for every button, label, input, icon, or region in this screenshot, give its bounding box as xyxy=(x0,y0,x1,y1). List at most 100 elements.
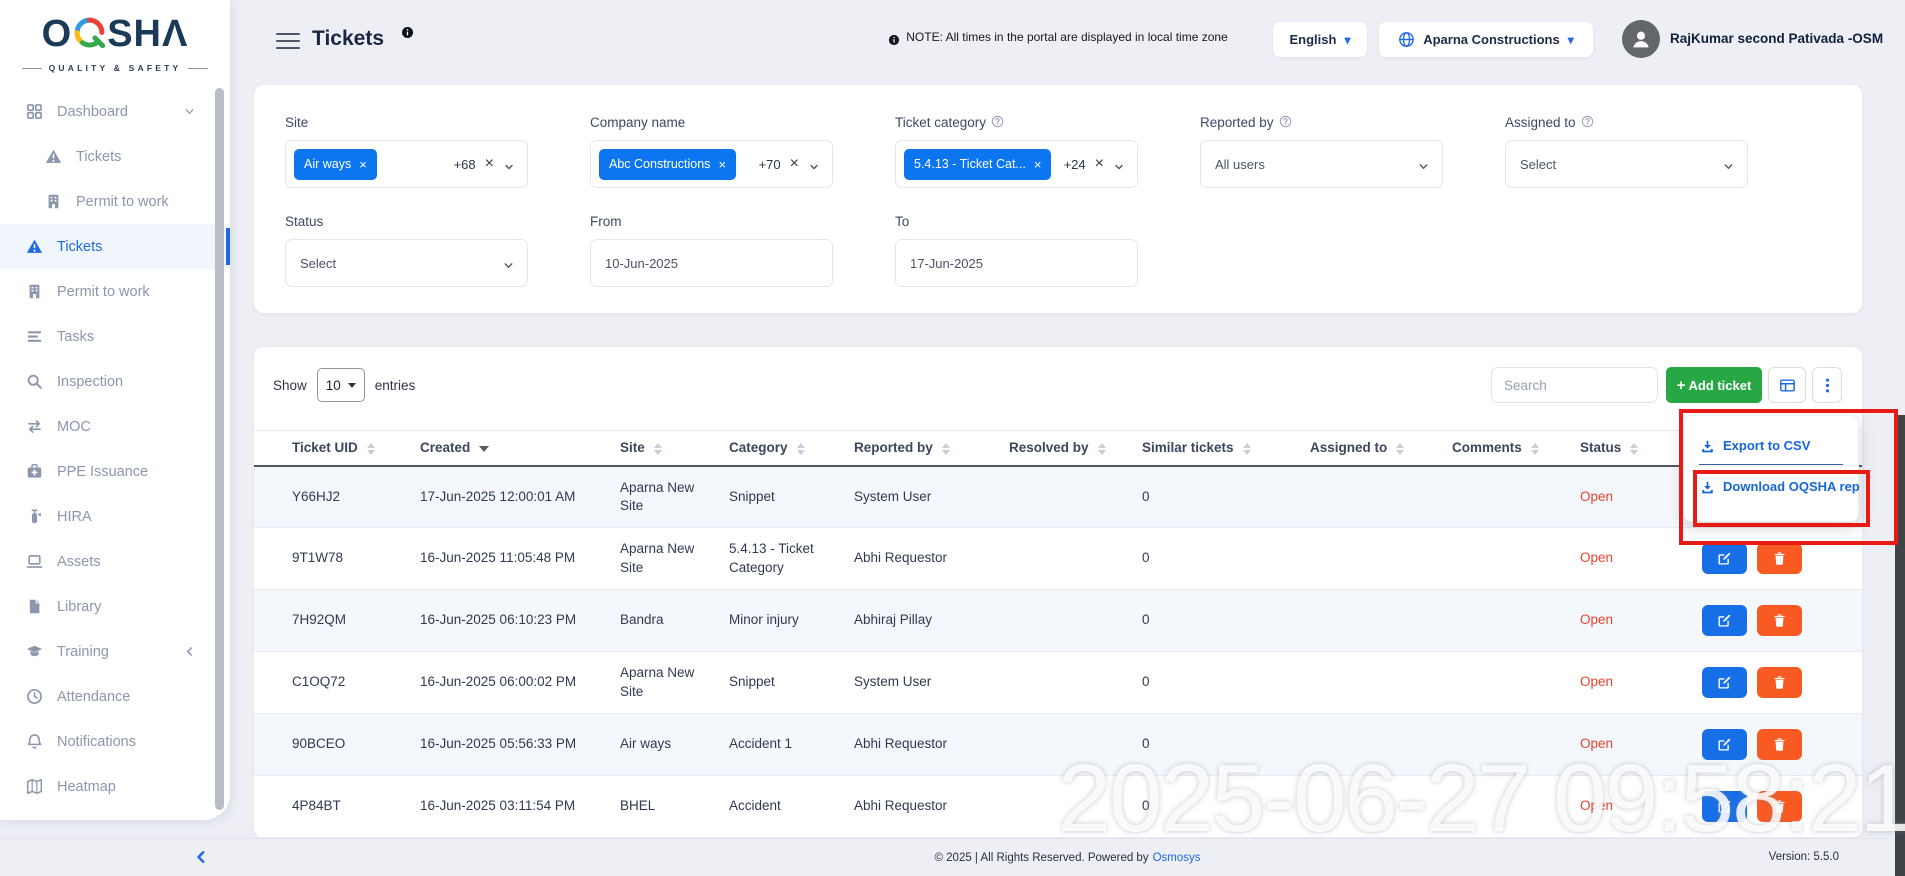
sidebar-item-moc[interactable]: MOC xyxy=(0,404,230,449)
edit-ticket-button[interactable] xyxy=(1702,543,1747,574)
table-view-button[interactable] xyxy=(1768,367,1806,403)
company-selector[interactable]: Aparna Constructions ▾ xyxy=(1379,22,1593,57)
filter-to-date: To 17-Jun-2025 xyxy=(895,214,1138,287)
similar-tickets-cell: 0 xyxy=(1142,776,1310,838)
company-multiselect[interactable]: Abc Constructions× +70 × xyxy=(590,140,833,188)
remove-chip-icon[interactable]: × xyxy=(1034,157,1042,172)
category-multiselect[interactable]: 5.4.13 - Ticket Cat...× +24 × xyxy=(895,140,1138,188)
from-date-input[interactable]: 10-Jun-2025 xyxy=(590,239,833,287)
info-icon[interactable] xyxy=(401,24,414,37)
pencil-square-icon xyxy=(1717,613,1732,629)
document-icon xyxy=(26,598,44,616)
sidebar-item-permit-to-work[interactable]: Permit to work xyxy=(0,269,230,314)
sidebar-item-dashboard[interactable]: Dashboard xyxy=(0,89,230,134)
sort-icons xyxy=(1630,443,1638,455)
language-selector[interactable]: English ▾ xyxy=(1273,22,1367,57)
filter-reported-by: Reported by All users xyxy=(1200,115,1443,188)
sidebar-item-tickets[interactable]: Tickets xyxy=(0,224,230,269)
category-cell: Accident 1 xyxy=(729,714,854,776)
chevron-down-icon xyxy=(1417,158,1430,171)
hamburger-menu-icon[interactable] xyxy=(276,33,300,49)
sidebar-collapse-icon[interactable] xyxy=(192,848,210,866)
add-ticket-button[interactable]: + Add ticket xyxy=(1666,367,1762,403)
column-header-resolved-by[interactable]: Resolved by xyxy=(1009,431,1142,466)
pencil-square-icon xyxy=(1717,799,1732,815)
table-controls: Show 10 entries + Add ticket xyxy=(254,365,1862,405)
column-header-comments[interactable]: Comments xyxy=(1452,431,1580,466)
sidebar-item-hira[interactable]: HIRA xyxy=(0,494,230,539)
status-select[interactable]: Select xyxy=(285,239,528,287)
chevron-down-icon xyxy=(183,103,196,121)
column-header-similar-tickets[interactable]: Similar tickets xyxy=(1142,431,1310,466)
sidebar: O SHΛ QUALITY & SAFETY DashboardTicket xyxy=(0,0,230,820)
sort-icons xyxy=(1098,443,1106,455)
delete-ticket-button[interactable] xyxy=(1757,791,1802,822)
timezone-note: NOTE: All times in the portal are displa… xyxy=(868,30,1248,44)
ticket-uid-cell: Y66HJ2 xyxy=(254,466,420,528)
sidebar-item-training[interactable]: Training xyxy=(0,629,230,674)
assigned-to-select[interactable]: Select xyxy=(1505,140,1748,188)
help-icon[interactable] xyxy=(1279,113,1292,126)
clear-all-icon[interactable]: × xyxy=(485,156,494,172)
clear-all-icon[interactable]: × xyxy=(1095,156,1104,172)
reported-by-cell: Abhi Requestor xyxy=(854,776,1009,838)
info-icon xyxy=(888,31,900,43)
edit-ticket-button[interactable] xyxy=(1702,667,1747,698)
resolved-by-cell xyxy=(1009,714,1142,776)
site-multiselect[interactable]: Air ways× +68 × xyxy=(285,140,528,188)
column-header-reported-by[interactable]: Reported by xyxy=(854,431,1009,466)
delete-ticket-button[interactable] xyxy=(1757,605,1802,636)
remove-chip-icon[interactable]: × xyxy=(718,157,726,172)
sort-icons xyxy=(1531,443,1539,455)
sidebar-item-library[interactable]: Library xyxy=(0,584,230,629)
sidebar-item-heatmap[interactable]: Heatmap xyxy=(0,764,230,809)
delete-ticket-button[interactable] xyxy=(1757,729,1802,760)
sidebar-item-tasks[interactable]: Tasks xyxy=(0,314,230,359)
sidebar-item-permit-to-work[interactable]: Permit to work xyxy=(0,179,230,224)
more-options-button[interactable] xyxy=(1812,367,1842,403)
to-date-input[interactable]: 17-Jun-2025 xyxy=(895,239,1138,287)
help-icon[interactable] xyxy=(1581,113,1594,126)
extinguisher-icon xyxy=(26,508,44,526)
reported-by-cell: Abhi Requestor xyxy=(854,714,1009,776)
ticket-uid-cell: C1OQ72 xyxy=(254,652,420,714)
column-header-category[interactable]: Category xyxy=(729,431,854,466)
help-icon[interactable] xyxy=(991,113,1004,126)
sidebar-item-attendance[interactable]: Attendance xyxy=(0,674,230,719)
sidebar-item-ppe-issuance[interactable]: PPE Issuance xyxy=(0,449,230,494)
column-header-created[interactable]: Created xyxy=(420,431,620,466)
delete-ticket-button[interactable] xyxy=(1757,667,1802,698)
footer: © 2025 | All Rights Reserved. Powered by… xyxy=(0,838,1905,876)
user-avatar[interactable] xyxy=(1622,20,1660,58)
ticket-row-C1OQ72: C1OQ7216-Jun-2025 06:00:02 PMAparna New … xyxy=(254,652,1862,714)
column-header-ticket-uid[interactable]: Ticket UID xyxy=(254,431,420,466)
sidebar-item-inspection[interactable]: Inspection xyxy=(0,359,230,404)
tagline-rule xyxy=(188,68,208,69)
search-input[interactable] xyxy=(1491,367,1658,403)
status-badge: Open xyxy=(1580,489,1613,504)
page-size-select[interactable]: 10 xyxy=(317,368,365,402)
status-cell: Open xyxy=(1580,528,1694,590)
filter-assigned-to: Assigned to Select xyxy=(1505,115,1748,188)
sidebar-item-notifications[interactable]: Notifications xyxy=(0,719,230,764)
chevron-down-icon xyxy=(503,158,515,170)
resolved-by-cell xyxy=(1009,776,1142,838)
sidebar-item-assets[interactable]: Assets xyxy=(0,539,230,584)
osmosys-link[interactable]: Osmosys xyxy=(1153,852,1201,864)
edit-ticket-button[interactable] xyxy=(1702,729,1747,760)
map-icon xyxy=(26,778,44,796)
reported-by-select[interactable]: All users xyxy=(1200,140,1443,188)
sidebar-item-tickets[interactable]: Tickets xyxy=(0,134,230,179)
edit-ticket-button[interactable] xyxy=(1702,605,1747,636)
ticket-row-4P84BT: 4P84BT16-Jun-2025 03:11:54 PMBHELAcciden… xyxy=(254,776,1862,838)
sidebar-scrollbar[interactable] xyxy=(215,88,224,810)
column-header-status[interactable]: Status xyxy=(1580,431,1694,466)
column-header-site[interactable]: Site xyxy=(620,431,729,466)
user-name[interactable]: RajKumar second Pativada -OSM xyxy=(1670,31,1883,46)
clear-all-icon[interactable]: × xyxy=(790,156,799,172)
column-header-assigned-to[interactable]: Assigned to xyxy=(1310,431,1452,466)
edit-ticket-button[interactable] xyxy=(1702,791,1747,822)
delete-ticket-button[interactable] xyxy=(1757,543,1802,574)
remove-chip-icon[interactable]: × xyxy=(359,157,367,172)
chevron-down-icon xyxy=(348,383,356,388)
